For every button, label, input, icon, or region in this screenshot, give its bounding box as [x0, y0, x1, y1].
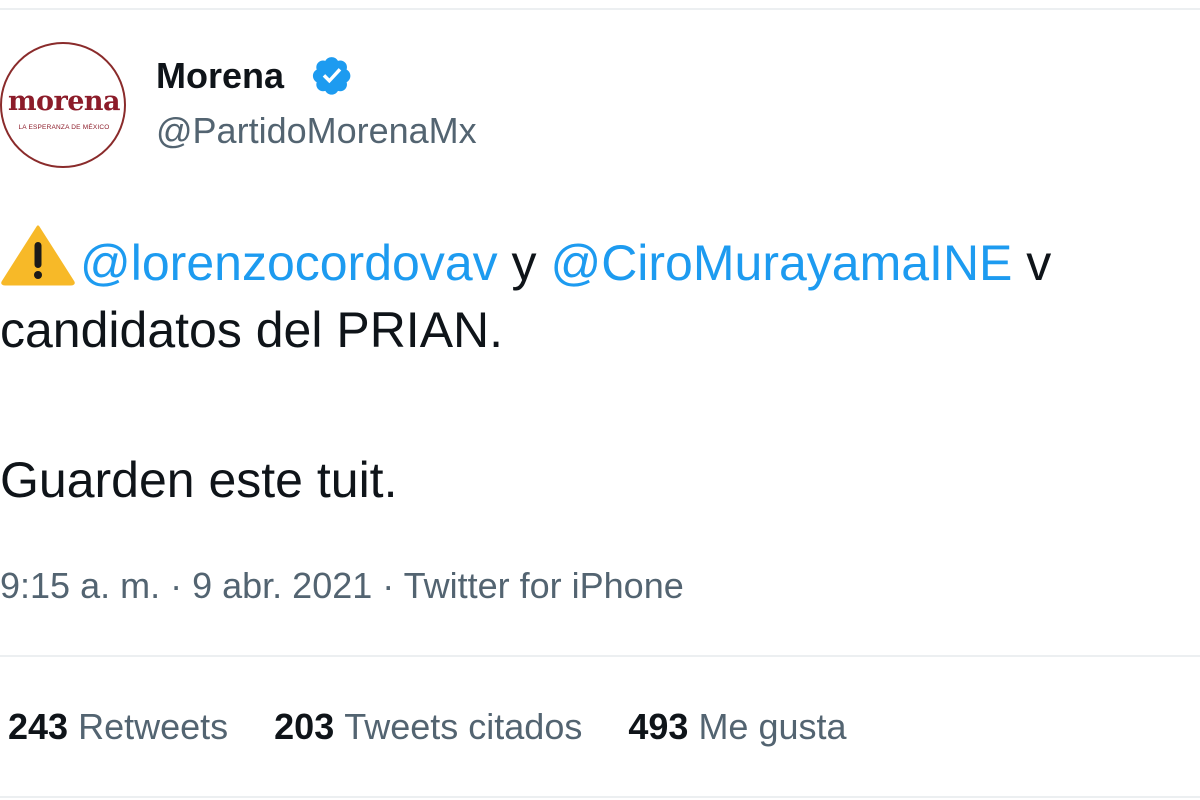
bottom-border	[0, 796, 1200, 798]
avatar-tagline: LA ESPERANZA DE MÉXICO	[18, 124, 110, 131]
tweet-metadata: 9:15 a. m. · 9 abr. 2021 · Twitter for i…	[0, 565, 684, 607]
top-border	[0, 8, 1200, 10]
tweet-source-link[interactable]: Twitter for iPhone	[404, 565, 684, 606]
likes-count: 493	[628, 706, 689, 747]
tweet-stats: 243 Retweets 203 Tweets citados 493 Me gusta	[8, 706, 893, 748]
divider	[0, 655, 1200, 657]
mention-link-lorenzocordovav[interactable]: @lorenzocordovav	[80, 235, 498, 291]
meta-separator: ·	[160, 565, 193, 606]
retweets-count: 243	[8, 706, 69, 747]
retweets-stat[interactable]: 243 Retweets	[8, 706, 228, 748]
avatar-logo-text: morena	[7, 86, 121, 117]
mention-link-ciromurayamaine[interactable]: @CiroMurayamaINE	[550, 235, 1012, 291]
tweet-card: morena LA ESPERANZA DE MÉXICO Morena @Pa…	[0, 0, 1200, 800]
likes-stat[interactable]: 493 Me gusta	[628, 706, 846, 748]
tweet-time-link[interactable]: 9:15 a. m.	[0, 565, 160, 606]
retweets-label: Retweets	[78, 706, 229, 747]
meta-separator: ·	[372, 565, 404, 606]
tweet-text-line-1: @lorenzocordovav y @CiroMurayamaINE v	[0, 224, 1051, 293]
quote-tweets-stat[interactable]: 203 Tweets citados	[274, 706, 582, 748]
likes-label: Me gusta	[698, 706, 847, 747]
author-display-name[interactable]: Morena	[156, 55, 284, 97]
quote-tweets-count: 203	[274, 706, 335, 747]
warning-icon	[1, 225, 75, 286]
quote-tweets-label: Tweets citados	[344, 706, 583, 747]
tweet-text-fragment: v	[1012, 235, 1052, 291]
tweet-connector: y	[497, 235, 551, 291]
verified-badge-icon	[312, 57, 351, 95]
avatar[interactable]: morena LA ESPERANZA DE MÉXICO	[0, 42, 126, 168]
author-handle[interactable]: @PartidoMorenaMx	[156, 110, 477, 152]
tweet-date-link[interactable]: 9 abr. 2021	[192, 565, 372, 606]
tweet-text-line-3: Guarden este tuit.	[0, 452, 398, 508]
tweet-text-line-2: candidatos del PRIAN.	[0, 302, 504, 358]
